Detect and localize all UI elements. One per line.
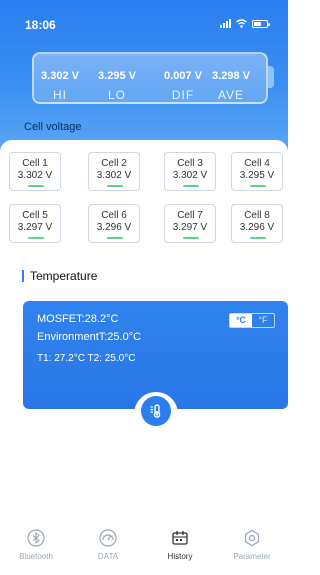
cell-card-3[interactable]: Cell 3 3.302 V [164,152,216,191]
cell-card-8[interactable]: Cell 8 3.296 V [231,204,283,243]
cell-card-6[interactable]: Cell 6 3.296 V [88,204,140,243]
cell-name: Cell 6 [101,210,127,221]
tab-history[interactable]: History [144,523,216,575]
cell-voltage: 3.302 V [96,170,132,181]
cell-name: Cell 1 [22,158,48,169]
bottom-tab-bar: Bluetooth DATA History Parameter [0,523,288,575]
cell-card-2[interactable]: Cell 2 3.302 V [88,152,140,191]
cells-grid: Cell 1 3.302 V Cell 2 3.302 V Cell 3 3.3… [0,140,288,250]
cell-name: Cell 3 [177,158,203,169]
cell-balance-indicator [250,185,266,187]
cell-voltage-label: Cell voltage [24,121,82,133]
cell-name: Cell 2 [101,158,127,169]
probe-temperatures: T1: 27.2°C T2: 25.0°C [37,353,136,364]
tab-label: History [167,552,193,561]
stat-ave: 3.298 V AVE [203,70,259,102]
cell-balance-indicator [250,237,266,239]
tab-parameter[interactable]: Parameter [216,523,288,575]
tab-label: Parameter [233,552,271,561]
stat-ave-label: AVE [217,88,245,102]
signal-icon [220,19,231,28]
status-time: 18:06 [25,18,56,32]
wifi-icon [236,19,247,28]
cell-voltage: 3.295 V [239,170,275,181]
cell-balance-indicator [183,185,199,187]
cell-voltage: 3.296 V [96,222,132,233]
cell-card-4[interactable]: Cell 4 3.295 V [231,152,283,191]
tab-data[interactable]: DATA [72,523,144,575]
cell-balance-indicator [107,237,123,239]
settings-icon [244,529,260,547]
cell-voltage: 3.296 V [239,222,275,233]
cell-card-5[interactable]: Cell 5 3.297 V [9,204,61,243]
stat-lo: 3.295 V LO [89,70,145,102]
cell-balance-indicator [183,237,199,239]
tab-label: DATA [97,552,119,561]
cell-balance-indicator [107,185,123,187]
unit-celsius-button[interactable]: °C [230,314,252,327]
status-icons [220,19,270,28]
stat-lo-value: 3.295 V [98,70,136,82]
stat-ave-value: 3.298 V [212,70,250,82]
temperature-notch [134,392,178,426]
temperature-section-header: Temperature [22,269,97,283]
tab-label: Bluetooth [19,552,53,561]
thermometer-icon [150,404,161,418]
cell-voltage: 3.302 V [172,170,208,181]
mosfet-temperature: MOSFET:28.2°C [37,313,119,325]
stat-hi-label: HI [53,88,67,102]
cell-name: Cell 4 [244,158,270,169]
history-icon [172,531,188,545]
cell-voltage: 3.297 V [17,222,53,233]
temperature-title: Temperature [30,269,98,283]
battery-status-icon [252,19,270,28]
section-accent-bar [22,270,24,282]
environment-temperature: EnvironmentT:25.0°C [37,331,142,343]
stat-hi-value: 3.302 V [41,70,79,82]
status-bar: 18:06 [0,0,288,40]
cell-balance-indicator [28,237,44,239]
cell-name: Cell 5 [22,210,48,221]
cell-name: Cell 8 [244,210,270,221]
cell-voltage: 3.302 V [17,170,53,181]
cell-card-7[interactable]: Cell 7 3.297 V [164,204,216,243]
tab-bluetooth[interactable]: Bluetooth [0,523,72,575]
summary-header: 18:06 3.302 V HI 3.295 V LO 0.007 V DIF … [0,0,288,152]
cell-voltage: 3.297 V [172,222,208,233]
bluetooth-icon [27,529,45,547]
stat-lo-label: LO [107,88,126,102]
unit-fahrenheit-button[interactable]: °F [252,314,274,327]
pack-battery-cap [268,66,274,88]
cell-balance-indicator [28,185,44,187]
stat-hi: 3.302 V HI [32,70,88,102]
cell-name: Cell 7 [177,210,203,221]
gauge-icon [99,529,117,547]
cell-card-1[interactable]: Cell 1 3.302 V [9,152,61,191]
temperature-unit-toggle: °C °F [229,313,275,328]
thermometer-button[interactable] [141,396,171,426]
